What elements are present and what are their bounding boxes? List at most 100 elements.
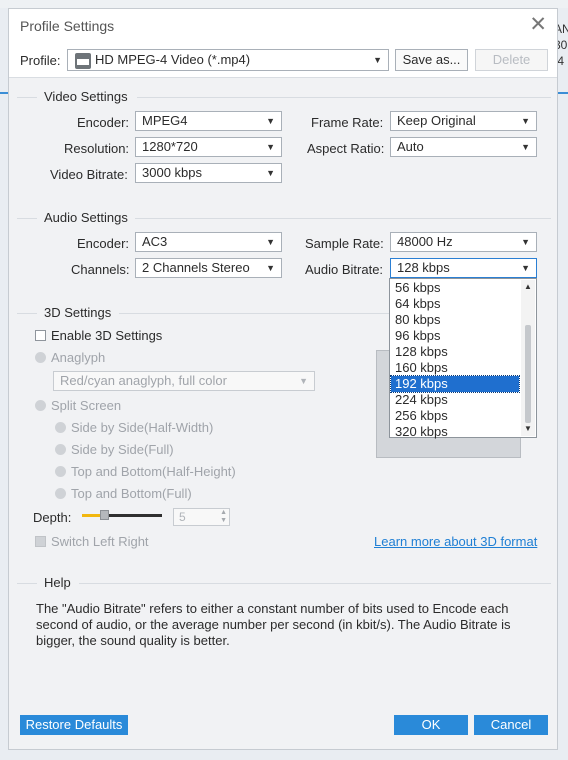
video-settings-title: Video Settings: [44, 89, 128, 104]
sbs-half-radio[interactable]: [55, 422, 66, 433]
divider: [17, 97, 37, 98]
switch-left-right-checkbox[interactable]: [35, 536, 46, 547]
audio-encoder-select[interactable]: AC3 ▼: [135, 232, 282, 252]
chevron-down-icon: ▼: [521, 116, 530, 126]
profile-value: HD MPEG-4 Video (*.mp4): [95, 52, 251, 67]
video-bitrate-value: 3000 kbps: [142, 165, 202, 180]
frame-rate-label: Frame Rate:: [311, 115, 384, 130]
aspect-ratio-select[interactable]: Auto ▼: [390, 137, 537, 157]
spin-arrows-icon[interactable]: ▲ ▼: [220, 509, 227, 525]
tb-full-label: Top and Bottom(Full): [71, 486, 192, 501]
split-screen-label: Split Screen: [51, 398, 122, 413]
divider: [135, 218, 551, 219]
help-title: Help: [44, 575, 71, 590]
dropdown-option[interactable]: 96 kbps: [391, 328, 519, 344]
chevron-down-icon: ▼: [266, 142, 275, 152]
audio-bitrate-select[interactable]: 128 kbps ▼: [390, 258, 537, 278]
cancel-button[interactable]: Cancel: [474, 715, 548, 735]
dropdown-option[interactable]: 256 kbps: [391, 408, 519, 424]
video-bitrate-label: Video Bitrate:: [50, 167, 128, 182]
channels-label: Channels:: [71, 262, 130, 277]
dropdown-option[interactable]: 80 kbps: [391, 312, 519, 328]
mp4-file-icon: [75, 53, 91, 69]
divider: [17, 313, 37, 314]
chevron-down-icon: ▼: [521, 237, 530, 247]
delete-button[interactable]: Delete: [475, 49, 548, 71]
3d-settings-title: 3D Settings: [44, 305, 112, 320]
close-icon[interactable]: ✕: [529, 13, 547, 37]
dropdown-option[interactable]: 160 kbps: [391, 360, 519, 376]
learn-more-3d-link[interactable]: Learn more about 3D format: [374, 534, 537, 549]
depth-spinbox[interactable]: 5 ▲ ▼: [173, 508, 230, 526]
video-encoder-select[interactable]: MPEG4 ▼: [135, 111, 282, 131]
audio-bitrate-dropdown-list: 56 kbps 64 kbps 80 kbps 96 kbps 128 kbps…: [389, 278, 537, 440]
split-screen-radio[interactable]: [35, 400, 46, 411]
dropdown-option[interactable]: 128 kbps: [391, 344, 519, 360]
chevron-down-icon: ▼: [299, 376, 308, 386]
background-window-edge: [0, 0, 568, 8]
anaglyph-radio[interactable]: [35, 352, 46, 363]
dropdown-option-highlighted[interactable]: 192 kbps: [390, 375, 520, 393]
profile-bar: Profile: HD MPEG-4 Video (*.mp4) ▼ Save …: [9, 43, 557, 78]
sample-rate-select[interactable]: 48000 Hz ▼: [390, 232, 537, 252]
dropdown-option[interactable]: 64 kbps: [391, 296, 519, 312]
frame-rate-value: Keep Original: [397, 113, 476, 128]
sbs-full-radio[interactable]: [55, 444, 66, 455]
scroll-down-icon[interactable]: ▼: [521, 422, 535, 436]
scrollbar-thumb[interactable]: [525, 325, 531, 423]
audio-encoder-value: AC3: [142, 234, 168, 249]
channels-select[interactable]: 2 Channels Stereo ▼: [135, 258, 282, 278]
enable-3d-checkbox[interactable]: [35, 330, 46, 341]
tb-half-label: Top and Bottom(Half-Height): [71, 464, 236, 479]
sample-rate-label: Sample Rate:: [305, 236, 384, 251]
dropdown-option[interactable]: 224 kbps: [391, 392, 519, 408]
chevron-down-icon: ▼: [521, 142, 530, 152]
audio-encoder-label: Encoder:: [77, 236, 130, 251]
scroll-up-icon[interactable]: ▲: [521, 280, 535, 294]
tb-full-radio[interactable]: [55, 488, 66, 499]
frame-rate-select[interactable]: Keep Original ▼: [390, 111, 537, 131]
aspect-ratio-label: Aspect Ratio:: [307, 141, 385, 156]
chevron-down-icon: ▼: [373, 55, 382, 65]
profile-select[interactable]: HD MPEG-4 Video (*.mp4) ▼: [67, 49, 389, 71]
chevron-down-icon: ▼: [266, 237, 275, 247]
depth-value: 5: [179, 510, 186, 524]
anaglyph-option: Red/cyan anaglyph, full color: [60, 373, 227, 388]
ok-button[interactable]: OK: [394, 715, 468, 735]
video-encoder-value: MPEG4: [142, 113, 188, 128]
tb-half-radio[interactable]: [55, 466, 66, 477]
chevron-down-icon: ▼: [521, 263, 530, 273]
anaglyph-select[interactable]: Red/cyan anaglyph, full color ▼: [53, 371, 315, 391]
resolution-select[interactable]: 1280*720 ▼: [135, 137, 282, 157]
bottom-bar: Restore Defaults OK Cancel: [9, 701, 557, 749]
chevron-down-icon: ▼: [266, 263, 275, 273]
chevron-down-icon: ▼: [266, 116, 275, 126]
restore-defaults-button[interactable]: Restore Defaults: [20, 715, 128, 735]
help-text: The "Audio Bitrate" refers to either a c…: [36, 601, 511, 648]
audio-bitrate-label: Audio Bitrate:: [305, 262, 384, 277]
sbs-half-label: Side by Side(Half-Width): [71, 420, 214, 435]
divider: [17, 583, 37, 584]
video-encoder-label: Encoder:: [77, 115, 130, 130]
title-bar: Profile Settings ✕: [9, 9, 557, 43]
divider: [17, 218, 37, 219]
resolution-label: Resolution:: [64, 141, 130, 156]
enable-3d-label: Enable 3D Settings: [51, 328, 163, 343]
audio-settings-title: Audio Settings: [44, 210, 128, 225]
channels-value: 2 Channels Stereo: [142, 260, 250, 275]
depth-slider-thumb[interactable]: [100, 510, 109, 520]
save-as-button[interactable]: Save as...: [395, 49, 468, 71]
divider: [137, 97, 551, 98]
resolution-value: 1280*720: [142, 139, 198, 154]
dropdown-option[interactable]: 320 kbps: [391, 424, 519, 440]
dropdown-option[interactable]: 56 kbps: [391, 280, 519, 296]
divider: [79, 583, 551, 584]
video-bitrate-select[interactable]: 3000 kbps ▼: [135, 163, 282, 183]
divider: [119, 313, 389, 314]
audio-bitrate-value: 128 kbps: [397, 260, 450, 275]
profile-settings-dialog: Profile Settings ✕ Profile: HD MPEG-4 Vi…: [8, 8, 558, 750]
dropdown-scrollbar[interactable]: ▲ ▼: [521, 280, 535, 436]
switch-left-right-label: Switch Left Right: [51, 534, 149, 549]
profile-label: Profile:: [20, 53, 61, 68]
aspect-ratio-value: Auto: [397, 139, 424, 154]
